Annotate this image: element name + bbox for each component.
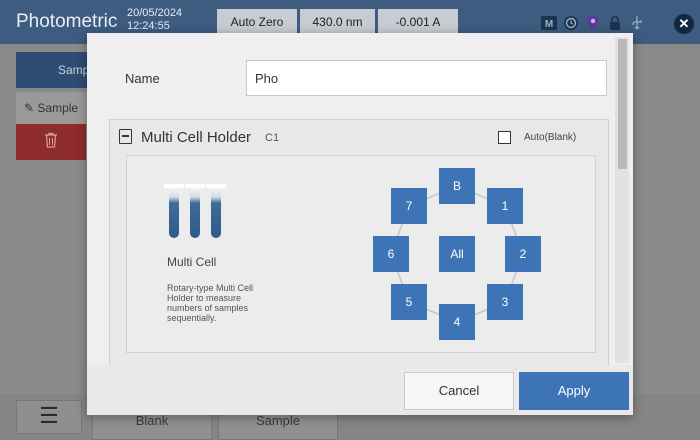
auto-blank-checkbox[interactable]	[498, 131, 511, 144]
cell-button-7[interactable]: 7	[391, 188, 427, 224]
cell-type-name: Multi Cell	[167, 255, 217, 269]
holder-code: C1	[265, 132, 280, 144]
dialog-footer: Cancel Apply	[87, 365, 633, 415]
close-icon[interactable]: ✕	[674, 14, 694, 34]
cancel-button[interactable]: Cancel	[404, 372, 514, 410]
absorbance-readout: -0.001 A	[378, 9, 458, 35]
sample-row-label: Sample	[37, 101, 79, 115]
auto-zero-button[interactable]: Auto Zero	[217, 9, 297, 35]
clock-icon	[562, 14, 580, 32]
cell-button-2[interactable]: 2	[505, 236, 541, 272]
location-pin-icon	[584, 14, 602, 32]
name-label: Name	[125, 71, 160, 86]
lock-icon	[606, 14, 624, 32]
cell-button-all[interactable]: All	[439, 236, 475, 272]
name-input[interactable]	[246, 60, 607, 96]
wavelength-readout[interactable]: 430.0 nm	[300, 9, 375, 35]
cell-holder-dialog: Name Multi Cell Holder C1 Auto(Blank) Mu…	[87, 33, 633, 415]
cell-button-6[interactable]: 6	[373, 236, 409, 272]
trash-icon	[44, 132, 58, 152]
date-text: 20/05/2024	[127, 7, 183, 19]
usb-icon	[628, 14, 646, 32]
svg-text:M: M	[545, 19, 553, 30]
cell-button-3[interactable]: 3	[487, 284, 523, 320]
cell-rotor: B 1 2 3 4 5 6 7 All	[367, 164, 547, 344]
multi-cell-holder-panel: Multi Cell Holder C1 Auto(Blank) Multi C…	[109, 119, 609, 369]
delete-button[interactable]	[16, 124, 86, 160]
holder-info-box: Multi Cell Rotary-type Multi Cell Holder…	[126, 155, 596, 353]
hamburger-menu-icon[interactable]: ☰	[16, 400, 82, 434]
cell-description: Rotary-type Multi Cell Holder to measure…	[167, 283, 254, 323]
scrollbar-thumb[interactable]	[618, 39, 627, 169]
test-tubes-icon	[164, 184, 227, 244]
datetime: 20/05/2024 12:24:55	[127, 7, 182, 33]
cell-button-blank[interactable]: B	[439, 168, 475, 204]
auto-blank-label: Auto(Blank)	[524, 132, 577, 143]
app-title: Photometric	[16, 11, 118, 32]
cell-holder-icon	[119, 129, 132, 144]
status-icons: M	[540, 12, 646, 34]
apply-button[interactable]: Apply	[519, 372, 629, 410]
cell-button-1[interactable]: 1	[487, 188, 523, 224]
pencil-icon: ✎	[24, 101, 38, 115]
cell-button-4[interactable]: 4	[439, 304, 475, 340]
time-text: 12:24:55	[127, 20, 170, 32]
mb-icon: M	[540, 14, 558, 32]
dialog-body: Name Multi Cell Holder C1 Auto(Blank) Mu…	[87, 33, 633, 369]
cell-button-5[interactable]: 5	[391, 284, 427, 320]
holder-title: Multi Cell Holder	[141, 129, 252, 146]
